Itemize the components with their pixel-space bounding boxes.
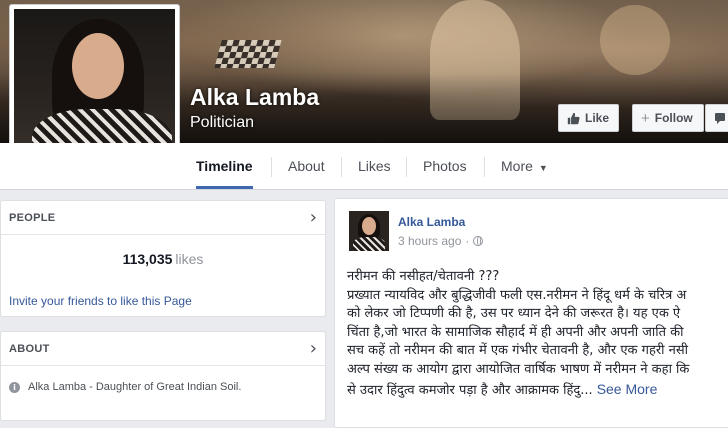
like-button-label: Like xyxy=(585,111,610,125)
invite-friends-link[interactable]: Invite your friends to like this Page xyxy=(9,294,192,308)
tab-divider xyxy=(406,157,407,177)
thumbs-up-icon xyxy=(567,112,580,124)
tab-likes[interactable]: Likes xyxy=(358,143,391,189)
post-text-line-last: से उदार हिंदुत्व कमजोर पड़ा है और आक्राम… xyxy=(347,380,728,401)
chevron-right-icon[interactable]: › xyxy=(310,339,317,358)
post-timestamp-row: 3 hours ago · xyxy=(398,234,484,248)
post-timestamp[interactable]: 3 hours ago xyxy=(398,234,461,248)
separator-dot: · xyxy=(465,234,470,248)
chevron-right-icon[interactable]: › xyxy=(310,208,317,227)
people-card: PEOPLE › 113,035 likes Invite your friend… xyxy=(0,200,326,317)
caret-down-icon: ▼ xyxy=(538,163,548,173)
people-card-title: PEOPLE xyxy=(9,211,56,224)
avatar-body xyxy=(353,237,385,251)
tab-divider xyxy=(271,157,272,177)
likes-word: likes xyxy=(175,251,204,267)
post-author-name[interactable]: Alka Lamba xyxy=(398,215,465,229)
like-button[interactable]: Like xyxy=(558,104,619,132)
about-description: Alka Lamba - Daughter of Great Indian So… xyxy=(28,381,242,393)
tab-divider xyxy=(484,157,485,177)
see-more-link[interactable]: See More xyxy=(597,381,658,397)
people-card-header[interactable]: PEOPLE › xyxy=(1,201,325,235)
message-icon xyxy=(715,113,725,124)
page-category[interactable]: Politician xyxy=(190,114,254,132)
likes-summary: 113,035 likes xyxy=(1,251,325,267)
about-card: ABOUT › i Alka Lamba - Daughter of Great… xyxy=(0,331,326,421)
tab-more-label: More xyxy=(501,158,533,174)
message-button[interactable] xyxy=(705,104,728,132)
post-card: Alka Lamba 3 hours ago · नरीमन की नसीहत/… xyxy=(334,198,728,428)
tab-photos[interactable]: Photos xyxy=(423,143,467,189)
post-text-line: नरीमन की नसीहत/चेतावनी ??? xyxy=(347,269,500,284)
post-text-line: प्रख्यात न्यायविद और बुद्धिजीवी फली एस.न… xyxy=(347,287,687,303)
tab-about[interactable]: About xyxy=(288,143,325,189)
profile-face xyxy=(72,33,124,99)
tab-divider xyxy=(341,157,342,177)
about-card-title: ABOUT xyxy=(9,342,50,355)
plus-icon: + xyxy=(641,109,650,127)
info-icon: i xyxy=(9,381,20,393)
tab-more[interactable]: More ▼ xyxy=(501,143,548,189)
cover-figure xyxy=(600,5,670,75)
post-text-line: अल्प संख्य क आयोग द्वारा आयोजित वार्षिक … xyxy=(347,361,690,377)
post-author-avatar[interactable] xyxy=(349,211,389,251)
post-text: नरीमन की नसीहत/चेतावनी ??? प्रख्यात न्या… xyxy=(347,268,728,400)
likes-count: 113,035 xyxy=(122,251,173,267)
about-card-header[interactable]: ABOUT › xyxy=(1,332,325,366)
page-name[interactable]: Alka Lamba xyxy=(190,84,319,111)
follow-button[interactable]: + Follow xyxy=(632,104,704,132)
cover-chessboard xyxy=(214,40,282,68)
about-description-row: i Alka Lamba - Daughter of Great Indian … xyxy=(9,381,241,393)
post-text-fragment: से उदार हिंदुत्व कमजोर पड़ा है और आक्राम… xyxy=(347,382,593,398)
post-text-line: सच कहें तो नरीमन की बात में एक गंभीर चेत… xyxy=(347,343,689,359)
follow-button-label: Follow xyxy=(654,111,693,125)
post-text-line: चिंता है,जो भारत के सामाजिक सौहार्द में … xyxy=(347,324,684,340)
tab-timeline[interactable]: Timeline xyxy=(196,143,253,189)
globe-icon[interactable] xyxy=(473,236,484,246)
post-text-line: को लेकर जो टिप्पणी की है, उस पर ध्यान दे… xyxy=(347,306,681,322)
page-tab-bar: Timeline About Likes Photos More ▼ xyxy=(0,143,728,190)
avatar-face xyxy=(362,217,376,235)
